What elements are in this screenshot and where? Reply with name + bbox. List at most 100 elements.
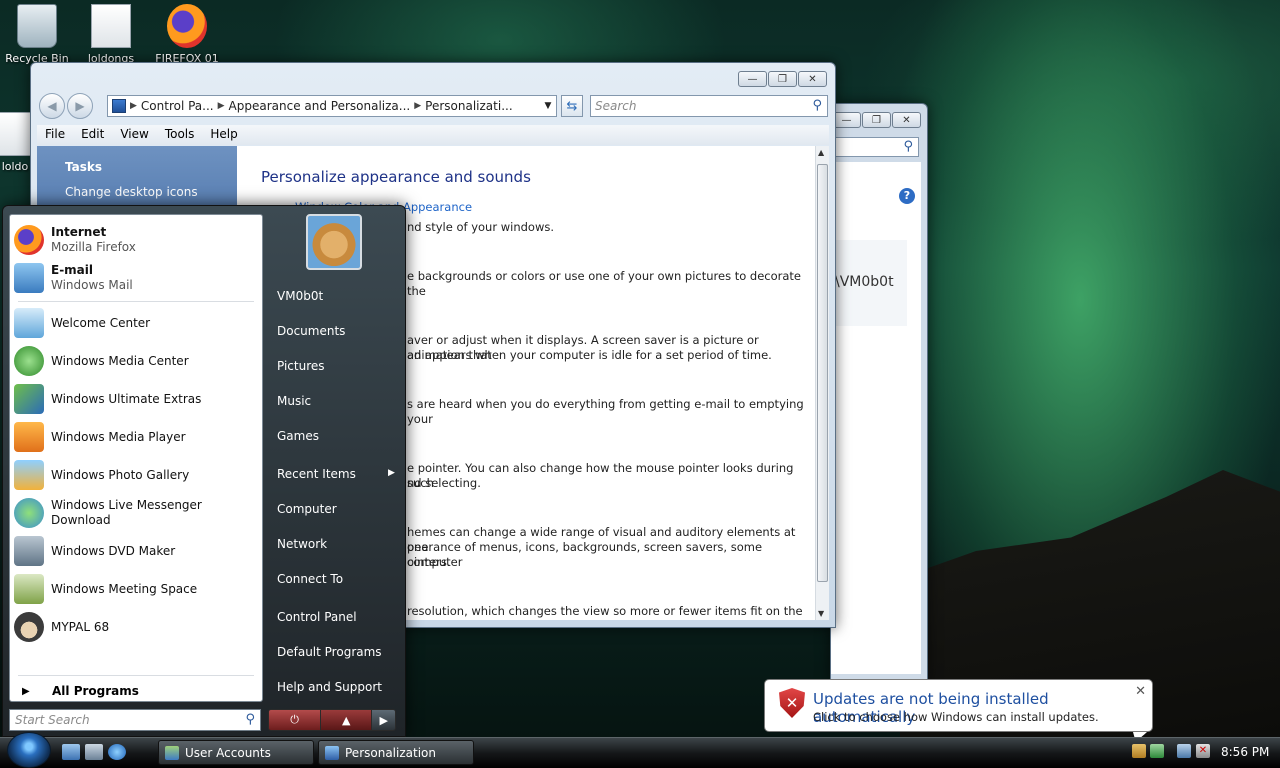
minimize-button[interactable]: — bbox=[738, 71, 767, 87]
start-button[interactable] bbox=[7, 732, 51, 768]
taskbar-button-label: Personalization bbox=[345, 745, 436, 760]
content-line: nd style of your windows. bbox=[407, 220, 555, 234]
start-place-control-panel[interactable]: Control Panel bbox=[277, 610, 357, 624]
chevron-right-icon: ▶ bbox=[22, 685, 30, 697]
search-icon[interactable]: ⚲ bbox=[812, 98, 822, 113]
notification-message[interactable]: Click to choose how Windows can install … bbox=[813, 710, 1099, 724]
start-item-email[interactable]: E-mail Windows Mail bbox=[14, 259, 260, 297]
start-item-label: Windows DVD Maker bbox=[51, 543, 176, 558]
breadcrumb-control-panel[interactable]: Control Pa... bbox=[141, 99, 214, 113]
security-center-tray-icon[interactable] bbox=[1150, 744, 1164, 758]
start-search-input[interactable]: Start Search ⚲ bbox=[9, 709, 261, 731]
breadcrumb-separator-icon: ▶ bbox=[414, 101, 422, 111]
menu-file[interactable]: File bbox=[37, 125, 73, 145]
chevron-down-icon[interactable]: ▼ bbox=[540, 101, 556, 111]
taskbar-personalization[interactable]: Personalization bbox=[318, 740, 474, 765]
firefox-icon bbox=[167, 4, 207, 48]
vertical-scrollbar[interactable]: ▲ ▼ bbox=[815, 146, 829, 620]
menu-tools[interactable]: Tools bbox=[157, 125, 203, 145]
all-programs-label: All Programs bbox=[52, 684, 139, 698]
background-window[interactable]: — ❐ ✕ ⚲ ? \VM0b0t bbox=[830, 103, 928, 681]
update-notification-balloon[interactable]: ✕ Updates are not being installed automa… bbox=[764, 679, 1153, 742]
change-desktop-icons-link[interactable]: Change desktop icons bbox=[65, 185, 198, 199]
search-icon[interactable]: ⚲ bbox=[245, 712, 255, 727]
start-item-label: Windows Media Center bbox=[51, 353, 189, 368]
desktop-icon-recycle-bin[interactable]: Recycle Bin bbox=[4, 4, 70, 65]
address-bar[interactable]: ▶ Control Pa... ▶ Appearance and Persona… bbox=[107, 95, 557, 117]
menu-view[interactable]: View bbox=[112, 125, 156, 145]
refresh-button[interactable]: ⇆ bbox=[561, 95, 583, 117]
start-item-subtitle: Mozilla Firefox bbox=[51, 240, 136, 254]
volume-muted-icon[interactable]: ✕ bbox=[1196, 744, 1210, 758]
close-button[interactable]: ✕ bbox=[892, 112, 921, 128]
desktop-icon-loldongs[interactable]: loldongs bbox=[78, 4, 144, 65]
media-player-icon bbox=[14, 422, 44, 452]
start-item-photo-gallery[interactable]: Windows Photo Gallery bbox=[14, 456, 260, 494]
content-line: resolution, which changes the view so mo… bbox=[407, 604, 803, 618]
chevron-right-icon: ▶ bbox=[388, 468, 395, 478]
start-place-network[interactable]: Network bbox=[277, 537, 327, 551]
start-place-help-support[interactable]: Help and Support bbox=[277, 680, 382, 694]
maximize-button[interactable]: ❐ bbox=[862, 112, 891, 128]
scroll-down-icon[interactable]: ▼ bbox=[818, 609, 824, 618]
content-line: nd selecting. bbox=[407, 476, 481, 490]
scroll-up-icon[interactable]: ▲ bbox=[818, 148, 824, 157]
content-line: s are heard when you do everything from … bbox=[407, 397, 804, 426]
network-tray-icon[interactable] bbox=[1177, 744, 1191, 758]
meeting-space-icon bbox=[14, 574, 44, 604]
start-item-internet[interactable]: Internet Mozilla Firefox bbox=[14, 221, 260, 259]
lock-icon[interactable]: ▲ bbox=[320, 710, 372, 730]
forward-button[interactable]: ▶ bbox=[67, 93, 93, 119]
start-item-mypal[interactable]: MYPAL 68 bbox=[14, 608, 260, 646]
start-place-music[interactable]: Music bbox=[277, 394, 311, 408]
start-item-meeting-space[interactable]: Windows Meeting Space bbox=[14, 570, 260, 608]
desktop-icon-firefox[interactable]: FIREFOX 01 bbox=[154, 4, 220, 65]
start-item-welcome-center[interactable]: Welcome Center bbox=[14, 304, 260, 342]
internet-explorer-icon[interactable] bbox=[108, 744, 126, 760]
power-icon[interactable]: ⏻ bbox=[269, 710, 321, 730]
help-icon[interactable]: ? bbox=[899, 188, 915, 204]
start-item-ultimate-extras[interactable]: Windows Ultimate Extras bbox=[14, 380, 260, 418]
taskbar-clock[interactable]: 8:56 PM bbox=[1221, 745, 1269, 759]
start-item-dvd-maker[interactable]: Windows DVD Maker bbox=[14, 532, 260, 570]
start-place-user[interactable]: VM0b0t bbox=[277, 289, 323, 303]
start-place-games[interactable]: Games bbox=[277, 429, 319, 443]
menu-help[interactable]: Help bbox=[202, 125, 245, 145]
start-place-documents[interactable]: Documents bbox=[277, 324, 345, 338]
windows-update-tray-icon[interactable] bbox=[1132, 744, 1146, 758]
breadcrumb-personalization[interactable]: Personalizati... bbox=[425, 99, 512, 113]
search-input[interactable]: ⚲ bbox=[831, 137, 919, 157]
shutdown-options-chevron-icon[interactable]: ▶ bbox=[371, 710, 395, 730]
messenger-icon bbox=[14, 498, 44, 528]
search-input[interactable]: Search ⚲ bbox=[590, 95, 828, 117]
scrollbar-thumb[interactable] bbox=[817, 164, 828, 582]
close-icon[interactable]: ✕ bbox=[1135, 684, 1146, 699]
minimize-button[interactable]: — bbox=[832, 112, 861, 128]
start-item-label: Windows Meeting Space bbox=[51, 581, 198, 596]
show-desktop-icon[interactable] bbox=[62, 744, 80, 760]
close-button[interactable]: ✕ bbox=[798, 71, 827, 87]
start-place-default-programs[interactable]: Default Programs bbox=[277, 645, 382, 659]
breadcrumb-appearance[interactable]: Appearance and Personaliza... bbox=[229, 99, 411, 113]
all-programs-button[interactable]: ▶ All Programs bbox=[14, 681, 260, 701]
maximize-button[interactable]: ❐ bbox=[768, 71, 797, 87]
background-window-content: ? \VM0b0t bbox=[831, 162, 921, 674]
start-item-live-messenger[interactable]: Windows Live Messenger Download bbox=[14, 494, 260, 532]
start-item-title: E-mail bbox=[51, 263, 94, 277]
start-place-pictures[interactable]: Pictures bbox=[277, 359, 325, 373]
start-place-computer[interactable]: Computer bbox=[277, 502, 337, 516]
switch-windows-icon[interactable] bbox=[85, 744, 103, 760]
user-avatar[interactable] bbox=[306, 214, 362, 270]
start-item-media-center[interactable]: Windows Media Center bbox=[14, 342, 260, 380]
divider bbox=[18, 675, 254, 676]
start-place-connect-to[interactable]: Connect To bbox=[277, 572, 343, 586]
start-item-media-player[interactable]: Windows Media Player bbox=[14, 418, 260, 456]
breadcrumb-separator-icon: ▶ bbox=[217, 101, 225, 111]
taskbar-button-label: User Accounts bbox=[185, 745, 271, 760]
content-line: ad appears when your computer is idle fo… bbox=[407, 348, 772, 362]
photo-gallery-icon bbox=[14, 460, 44, 490]
start-place-recent-items[interactable]: Recent Items bbox=[277, 467, 356, 481]
back-button[interactable]: ◀ bbox=[39, 93, 65, 119]
taskbar-user-accounts[interactable]: User Accounts bbox=[158, 740, 314, 765]
menu-edit[interactable]: Edit bbox=[73, 125, 112, 145]
